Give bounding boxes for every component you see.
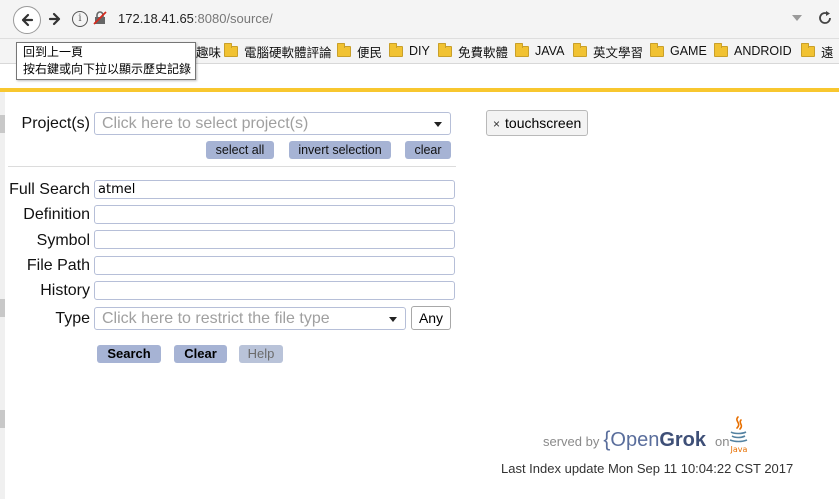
bookmark-label: 英文學習	[593, 45, 644, 60]
served-by-opengrok[interactable]: served by { OpenGrok on	[543, 428, 729, 452]
bookmark-folder[interactable]: 電腦硬軟體評論	[224, 42, 332, 60]
folder-icon	[650, 42, 664, 57]
bookmark-label: 遠	[821, 45, 834, 60]
selected-project-tag[interactable]: × touchscreen	[486, 110, 589, 136]
last-index-update: Last Index update Mon Sep 11 10:04:22 CS…	[501, 461, 794, 476]
bookmark-label: ANDROID	[734, 44, 792, 58]
file-type-placeholder: Click here to restrict the file type	[102, 310, 330, 327]
project-label: Project(s)	[21, 115, 90, 132]
bookmark-label: 便民	[357, 45, 383, 60]
folder-icon	[337, 42, 351, 57]
folder-icon	[714, 42, 728, 57]
bookmark-label: JAVA	[535, 44, 565, 58]
edge-segment	[0, 410, 5, 428]
clear-projects-button[interactable]: clear	[405, 141, 451, 159]
bookmark-label: 免費軟體	[458, 45, 509, 60]
folder-icon	[573, 42, 587, 57]
select-all-button[interactable]: select all	[206, 141, 274, 159]
remove-tag-icon[interactable]: ×	[493, 117, 500, 131]
bookmark-folder[interactable]: JAVA	[515, 42, 565, 59]
bookmark-folder[interactable]: 遠	[801, 42, 834, 60]
back-arrow-icon	[21, 13, 34, 27]
folder-icon	[515, 42, 529, 57]
opengrok-logo-text: OpenGrok	[610, 429, 706, 452]
tooltip-line: 按右鍵或向下拉以顯示歷史記錄	[23, 62, 192, 76]
back-button[interactable]	[13, 6, 41, 34]
browser-nav-bar: i 172.18.41.65:8080/source/	[0, 0, 839, 39]
url-path: :8080/source/	[193, 11, 273, 26]
full-search-input[interactable]: atmel	[94, 180, 455, 199]
clear-button[interactable]: Clear	[174, 345, 227, 363]
edge-segment	[0, 299, 5, 317]
opengrok-grok: Grok	[659, 429, 707, 451]
folder-icon	[801, 42, 815, 57]
bookmark-label: DIY	[409, 44, 430, 58]
insecure-connection-icon[interactable]	[93, 11, 107, 25]
chevron-down-icon	[389, 317, 397, 322]
search-button[interactable]: Search	[97, 345, 161, 363]
project-select[interactable]: Click here to select project(s)	[94, 112, 451, 135]
file-path-label: File Path	[26, 257, 90, 274]
bookmark-folder[interactable]: ANDROID	[714, 42, 792, 59]
bookmark-folder[interactable]: 免費軟體	[438, 42, 509, 60]
chevron-down-icon	[434, 122, 442, 127]
history-label: History	[40, 282, 90, 299]
full-search-label: Full Search	[9, 181, 90, 198]
forward-arrow-icon	[48, 12, 61, 26]
served-by-text: served by	[543, 434, 600, 449]
opengrok-brace: {	[603, 428, 611, 451]
bookmark-folder[interactable]: 英文學習	[573, 42, 644, 60]
bookmark-label: GAME	[670, 44, 707, 58]
java-logo-icon[interactable]: Java	[726, 415, 752, 455]
edge-segment	[0, 115, 5, 133]
back-button-tooltip: 回到上一頁 按右鍵或向下拉以顯示歷史記錄	[16, 42, 196, 80]
opengrok-open: Open	[610, 429, 660, 451]
definition-input[interactable]	[94, 205, 455, 224]
bookmark-folder[interactable]: DIY	[389, 42, 430, 59]
forward-button[interactable]	[42, 6, 68, 32]
type-label: Type	[55, 310, 90, 327]
bookmark-label: 趣味	[196, 45, 222, 60]
file-type-select[interactable]: Click here to restrict the file type	[94, 307, 406, 330]
definition-label: Definition	[23, 206, 90, 223]
java-logo-text: Java	[730, 445, 748, 454]
bookmark-folder[interactable]: 便民	[337, 42, 383, 60]
tooltip-line: 回到上一頁	[23, 45, 84, 59]
type-any-button[interactable]: Any	[411, 306, 451, 330]
bookmark-folder[interactable]: GAME	[650, 42, 707, 59]
history-input[interactable]	[94, 281, 455, 300]
divider	[8, 166, 456, 167]
folder-icon	[224, 42, 238, 57]
url-host: 172.18.41.65	[118, 11, 194, 26]
header-accent-bar	[0, 88, 839, 92]
left-edge-strip	[0, 92, 5, 499]
symbol-label: Symbol	[36, 232, 90, 249]
reload-icon[interactable]	[817, 9, 833, 27]
selected-project-name: touchscreen	[505, 115, 582, 131]
bookmark-folder[interactable]: 趣味	[196, 43, 222, 60]
bookmark-label: 電腦硬軟體評論	[244, 45, 332, 60]
url-history-dropdown-icon[interactable]	[791, 13, 803, 23]
address-bar[interactable]: 172.18.41.65:8080/source/	[118, 11, 273, 26]
project-select-placeholder: Click here to select project(s)	[102, 115, 309, 132]
help-button[interactable]: Help	[239, 345, 283, 363]
folder-icon	[389, 42, 403, 57]
file-path-input[interactable]	[94, 256, 455, 275]
symbol-input[interactable]	[94, 230, 455, 249]
invert-selection-button[interactable]: invert selection	[289, 141, 391, 159]
site-info-icon[interactable]: i	[72, 11, 88, 27]
folder-icon	[438, 42, 452, 57]
